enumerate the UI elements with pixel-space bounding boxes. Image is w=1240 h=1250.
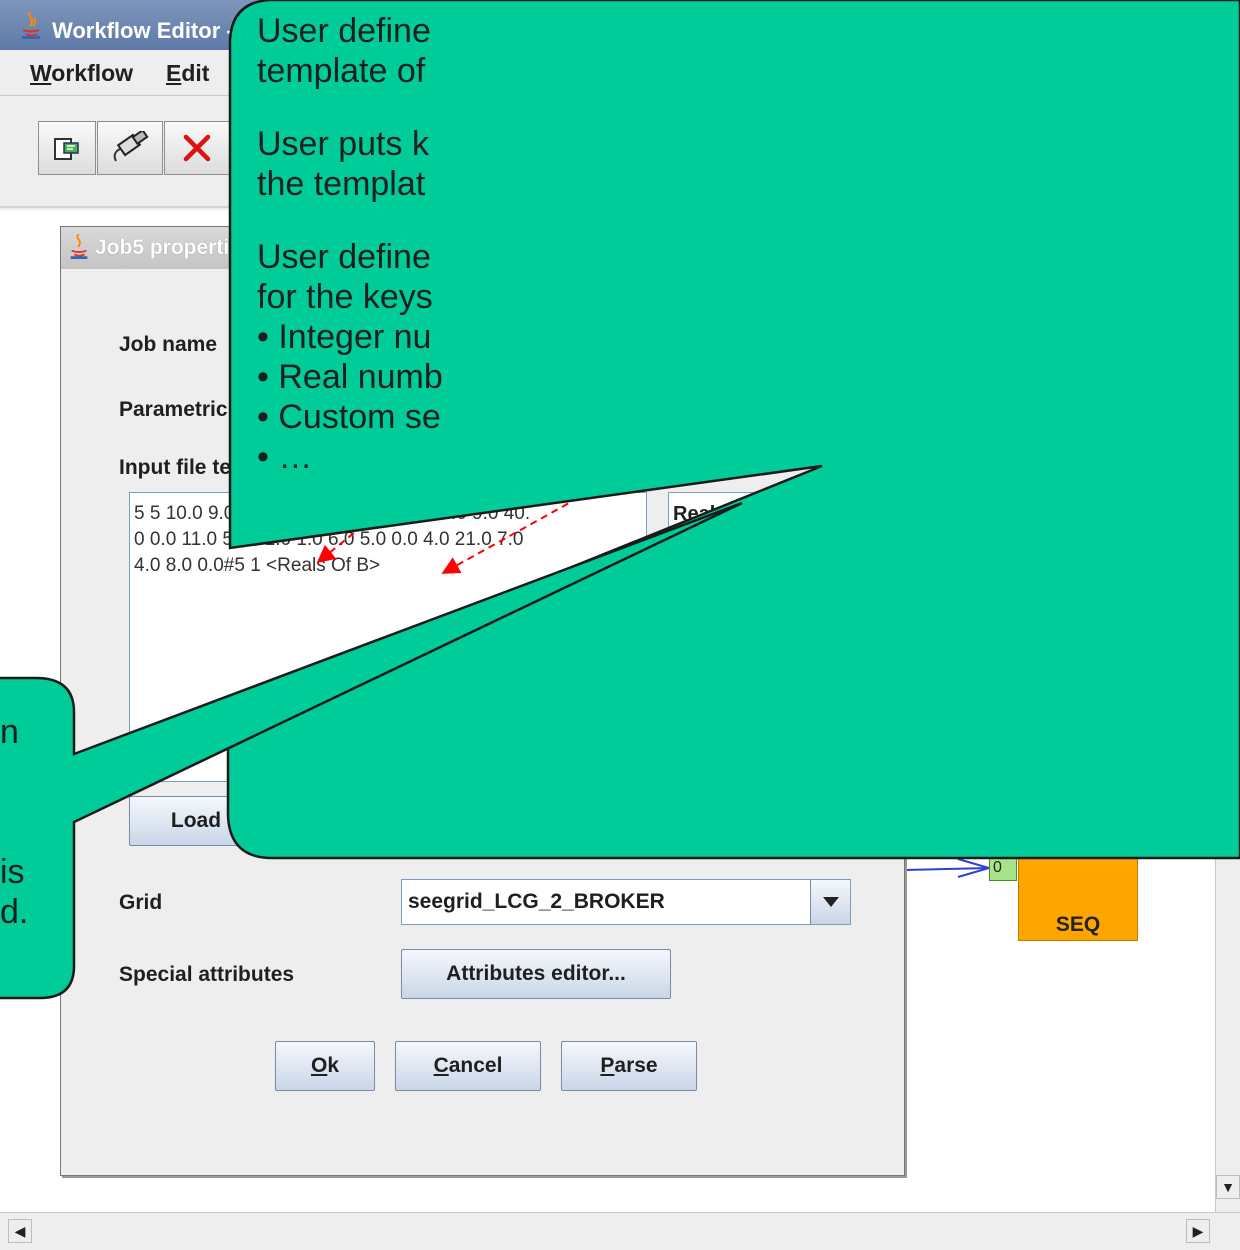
chevron-down-icon: [822, 897, 839, 907]
horizontal-scrollbar[interactable]: ◀ ▶: [0, 1212, 1240, 1250]
keys-list[interactable]: Reals Of B: [668, 492, 838, 782]
grid-select[interactable]: seegrid_LCG_2_BROKER: [401, 879, 851, 925]
callout-line: User define: [257, 12, 431, 50]
java-icon: [22, 12, 40, 39]
scroll-right-button[interactable]: ▶: [1186, 1219, 1210, 1243]
port-plug-icon: [113, 131, 149, 162]
callout-line: for the keys: [257, 278, 433, 316]
right-callout-text: User define template of User puts k the …: [257, 11, 1240, 477]
callout-line: User puts k: [257, 125, 429, 163]
attributes-editor-button[interactable]: Attributes editor...: [401, 949, 671, 999]
callout-line: n: [0, 713, 19, 751]
special-attributes-label: Special attributes: [119, 963, 295, 986]
callout-line: • Integer nu: [257, 318, 432, 356]
callout-line: d.: [0, 893, 29, 931]
grid-label: Grid: [119, 891, 163, 914]
job-name-label: Job name: [119, 333, 218, 356]
scroll-left-button[interactable]: ◀: [8, 1219, 32, 1243]
seq-node-label: SEQ: [1055, 913, 1101, 936]
dialog-title: Job5 properties: [95, 236, 253, 259]
cancel-button[interactable]: Cancel: [395, 1041, 541, 1091]
delete-button[interactable]: [164, 121, 230, 175]
load-from-file-button[interactable]: Load from File...: [129, 796, 375, 846]
key-item[interactable]: Reals Of B: [673, 503, 833, 526]
callout-line: the templat: [257, 165, 426, 203]
callout-line: template of: [257, 52, 426, 90]
text-line: 4.0 8.0 0.0#5 1 <Reals Of B>: [134, 555, 381, 576]
triangle-down-icon: ▼: [1221, 1179, 1235, 1195]
text-line: 0 0.0 11.0 5.0 71.0 1.0 6.0 5.0 0.0 4.0 …: [134, 529, 524, 550]
triangle-left-icon: ◀: [14, 1222, 26, 1239]
java-icon: [70, 234, 88, 259]
toolbar-separator: [232, 108, 234, 196]
input-file-textarea[interactable]: 5 5 10.0 9.0 8.0 7.0 6.0 30.0 8.0 7.0 5.…: [129, 492, 647, 782]
new-job-button[interactable]: [38, 121, 96, 175]
grid-dropdown-button[interactable]: [810, 880, 850, 924]
input-file-text-label: Input file text:: [119, 456, 257, 479]
ok-button[interactable]: Ok: [275, 1041, 375, 1091]
callout-line: • Custom se: [257, 398, 441, 436]
menu-workflow[interactable]: Workflow: [30, 60, 133, 87]
callout-line: • Real numb: [257, 358, 443, 396]
new-job-icon: [54, 138, 79, 160]
callout-line: User define: [257, 238, 431, 276]
callout-line: is: [0, 853, 25, 891]
grid-select-value: seegrid_LCG_2_BROKER: [408, 890, 665, 913]
triangle-right-icon: ▶: [1192, 1222, 1204, 1239]
left-callout-text: n is d.: [0, 712, 70, 932]
text-line: 5 5 10.0 9.0 8.0 7.0 6.0 30.0 8.0 7.0 5.…: [134, 503, 531, 524]
parse-button[interactable]: Parse: [561, 1041, 697, 1091]
scroll-down-button[interactable]: ▼: [1216, 1175, 1240, 1199]
callout-line: • …: [257, 438, 313, 476]
delete-x-icon: [183, 134, 211, 162]
new-port-button[interactable]: [97, 121, 163, 175]
input-port[interactable]: 0: [989, 855, 1017, 881]
menu-edit[interactable]: Edit: [166, 60, 209, 87]
